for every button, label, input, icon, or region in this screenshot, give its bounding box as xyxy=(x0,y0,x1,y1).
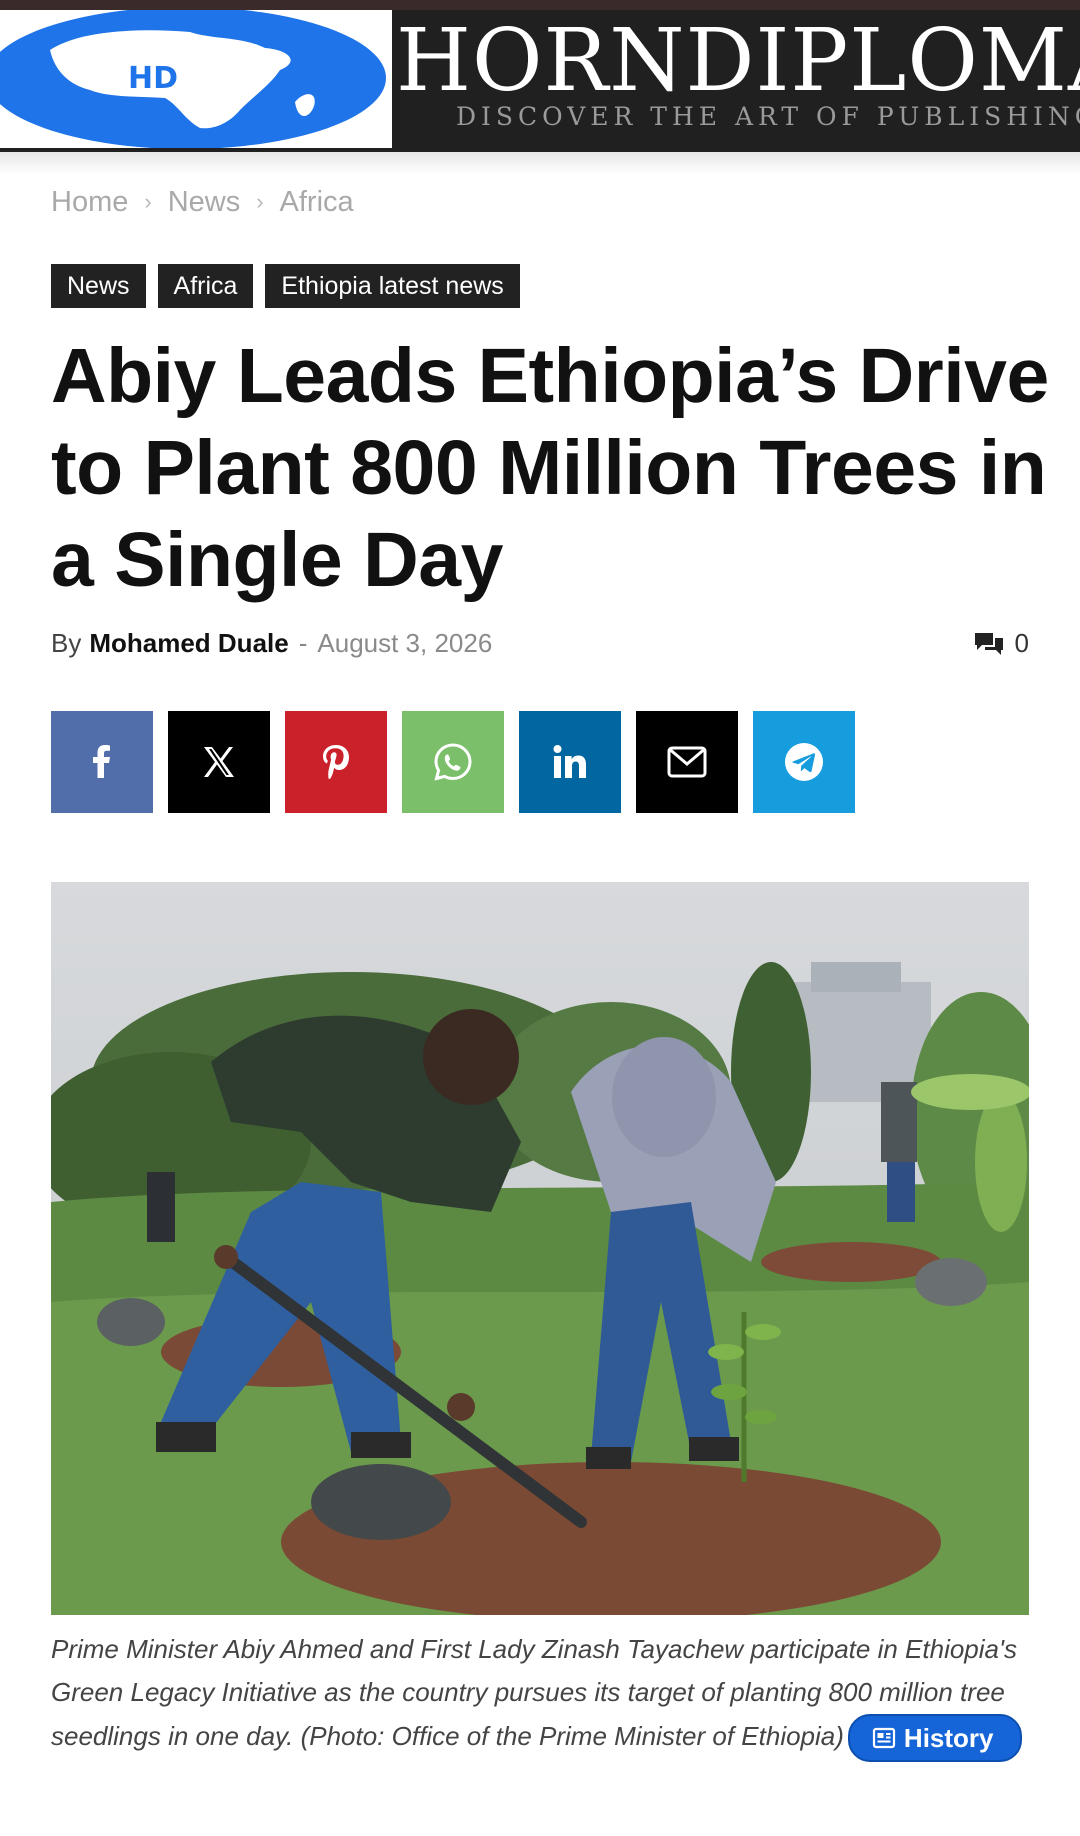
publish-date: August 3, 2026 xyxy=(317,628,493,658)
breadcrumb: Home › News › Africa xyxy=(51,186,354,219)
article-photo[interactable] xyxy=(51,882,1029,1615)
comments-icon xyxy=(974,632,1003,655)
meta-separator: - xyxy=(298,628,308,658)
tag-ethiopia-latest-news[interactable]: Ethiopia latest news xyxy=(265,264,520,308)
linkedin-icon xyxy=(553,745,586,778)
header-shadow xyxy=(0,152,1080,174)
x-icon xyxy=(204,747,234,777)
pinterest-icon xyxy=(323,745,349,779)
share-telegram-button[interactable] xyxy=(753,711,855,813)
chevron-right-icon: › xyxy=(256,189,264,214)
photo-caption: Prime Minister Abiy Ahmed and First Lady… xyxy=(51,1628,1031,1762)
site-logo[interactable]: HD xyxy=(0,10,392,148)
site-tagline: DISCOVER THE ART OF PUBLISHING xyxy=(456,102,1080,131)
article-meta: By Mohamed Duale - August 3, 2026 0 xyxy=(51,628,1029,668)
share-whatsapp-button[interactable] xyxy=(402,711,504,813)
share-pinterest-button[interactable] xyxy=(285,711,387,813)
share-email-button[interactable] xyxy=(636,711,738,813)
whatsapp-icon xyxy=(434,743,472,781)
breadcrumb-news[interactable]: News xyxy=(168,186,241,218)
tag-africa[interactable]: Africa xyxy=(157,264,254,308)
share-x-button[interactable] xyxy=(168,711,270,813)
byline-label: By xyxy=(51,628,82,658)
history-label: History xyxy=(903,1722,994,1753)
top-bar xyxy=(0,0,1080,10)
article-title: Abiy Leads Ethiopia’s Drive to Plant 800… xyxy=(51,333,1049,603)
tag-news[interactable]: News xyxy=(51,264,146,308)
comments-link[interactable]: 0 xyxy=(973,628,1029,659)
chevron-right-icon: › xyxy=(144,189,152,214)
tree-planting-photo xyxy=(51,882,1029,1615)
breadcrumb-home[interactable]: Home xyxy=(51,186,128,218)
telegram-icon xyxy=(785,743,823,781)
breadcrumb-africa[interactable]: Africa xyxy=(280,186,354,218)
share-facebook-button[interactable] xyxy=(51,711,153,813)
newspaper-icon xyxy=(872,1727,896,1749)
logo-text: HD xyxy=(128,61,178,96)
category-tags: News Africa Ethiopia latest news xyxy=(51,264,520,308)
site-header: HD HORNDIPLOMA DISCOVER THE ART OF PUBLI… xyxy=(0,10,1080,152)
share-linkedin-button[interactable] xyxy=(519,711,621,813)
history-button[interactable]: History xyxy=(847,1714,1022,1762)
africa-map-logo-icon: HD xyxy=(0,10,386,148)
mail-icon xyxy=(667,746,707,778)
comment-count: 0 xyxy=(1014,628,1029,658)
author-link[interactable]: Mohamed Duale xyxy=(89,628,288,658)
site-brand[interactable]: HORNDIPLOMA xyxy=(396,16,1080,106)
facebook-icon xyxy=(93,745,110,778)
share-bar xyxy=(51,711,855,813)
